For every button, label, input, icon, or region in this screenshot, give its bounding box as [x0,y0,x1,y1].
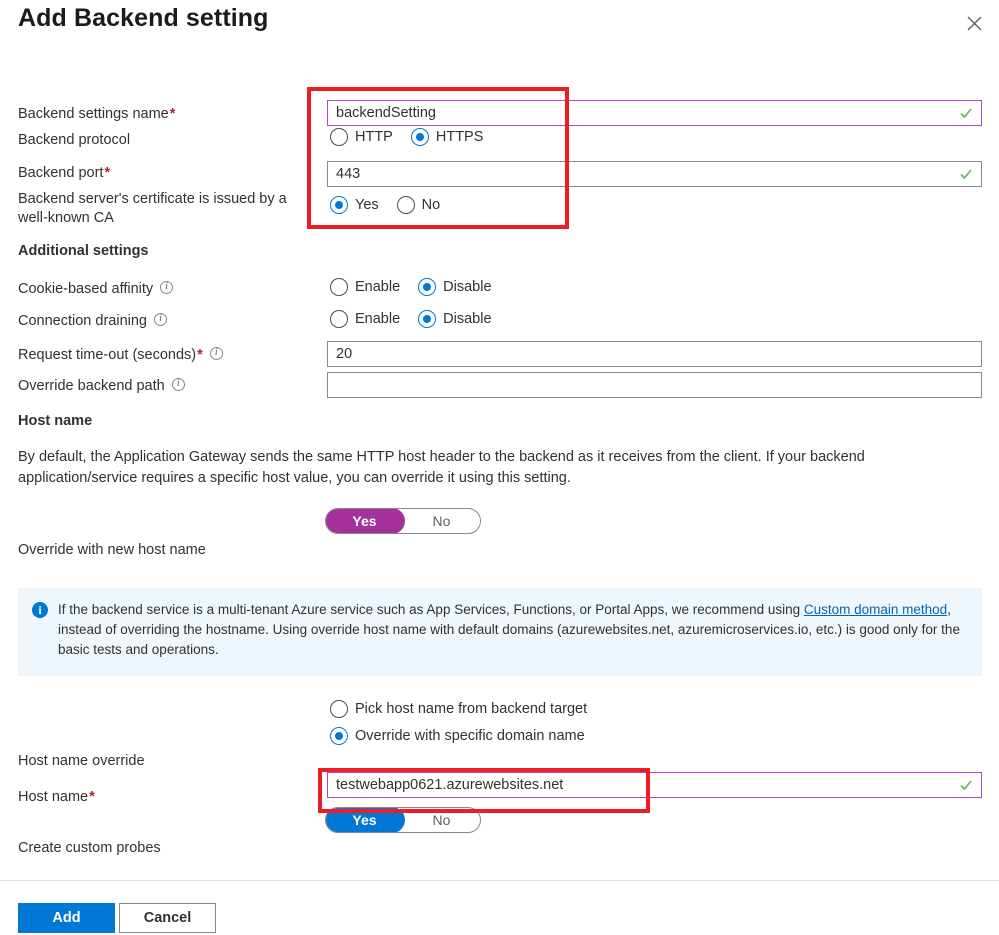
request-timeout-label-text: Request time-out (seconds) [18,347,197,363]
connection-draining-radiogroup[interactable]: Enable Disable [330,310,492,328]
backend-protocol-label: Backend protocol [18,132,131,148]
host-name-description: By default, the Application Gateway send… [18,449,865,486]
backend-port-value: 443 [336,166,361,182]
host-name-value: testwebapp0621.azurewebsites.net [336,777,564,793]
backend-port-label-text: Backend port [18,165,104,181]
backend-settings-name-input[interactable]: backendSetting [327,100,982,126]
well-known-ca-option-no-label: No [421,197,441,213]
info-icon[interactable] [209,346,223,360]
info-icon[interactable] [160,280,174,294]
override-with-new-host-name-label: Override with new host name [18,542,206,558]
request-timeout-value: 20 [336,346,353,362]
connection-draining-option-disable[interactable]: Disable [418,310,492,328]
host-name-field-label: Host name* [18,788,95,807]
request-timeout-label: Request time-out (seconds)* [18,346,223,365]
override-with-new-host-name-toggle[interactable]: Yes No [325,508,481,534]
info-circle-icon [32,602,48,618]
valid-check-icon [960,169,972,180]
cancel-button[interactable]: Cancel [119,903,216,933]
backend-protocol-option-https-label: HTTPS [435,129,484,145]
connection-draining-label-text: Connection draining [18,313,147,329]
host-name-override-option-pick-label: Pick host name from backend target [355,701,588,717]
host-name-heading: Host name [18,413,93,429]
host-name-override-label: Host name override [18,753,145,769]
add-backend-setting-dialog: Add Backend setting Backend settings nam… [0,0,999,935]
backend-settings-name-value: backendSetting [336,105,436,121]
request-timeout-input[interactable]: 20 [327,341,982,367]
custom-domain-info-banner: If the backend service is a multi-tenant… [18,588,982,676]
info-icon[interactable] [153,312,167,326]
additional-settings-heading: Additional settings [18,243,149,259]
well-known-ca-option-yes[interactable]: Yes [330,196,379,214]
cookie-affinity-option-enable[interactable]: Enable [330,278,400,296]
banner-text-before-link: If the backend service is a multi-tenant… [58,602,804,617]
backend-port-label: Backend port* [18,164,110,183]
valid-check-icon [960,108,972,119]
close-icon[interactable] [959,8,989,38]
footer-divider [0,880,999,881]
well-known-ca-radiogroup[interactable]: Yes No [330,196,440,214]
host-name-override-radiogroup[interactable]: Pick host name from backend target Overr… [330,700,587,754]
host-name-override-option-specific[interactable]: Override with specific domain name [330,727,587,745]
required-asterisk: * [89,789,95,805]
toggle-option-no[interactable]: No [403,808,480,832]
override-backend-path-label-text: Override backend path [18,378,165,394]
backend-settings-name-label: Backend settings name* [18,105,175,124]
cookie-affinity-option-disable-label: Disable [443,279,492,295]
connection-draining-option-disable-label: Disable [443,311,492,327]
well-known-ca-option-yes-label: Yes [355,197,379,213]
radio-dot-icon [330,700,348,718]
radio-dot-selected-icon [418,278,437,296]
backend-protocol-option-http-label: HTTP [355,129,393,145]
create-custom-probes-label: Create custom probes [18,840,161,856]
radio-dot-selected-icon [330,196,348,214]
host-name-override-option-pick[interactable]: Pick host name from backend target [330,700,587,718]
backend-port-input[interactable]: 443 [327,161,982,187]
override-backend-path-label: Override backend path [18,377,185,396]
radio-dot-selected-icon [330,727,348,745]
host-name-field-label-text: Host name [18,789,89,805]
connection-draining-label: Connection draining [18,312,167,331]
well-known-ca-option-no[interactable]: No [396,196,441,214]
cookie-affinity-option-enable-label: Enable [355,279,401,295]
host-name-override-option-specific-label: Override with specific domain name [355,728,585,744]
toggle-option-yes[interactable]: Yes [326,509,403,533]
radio-dot-selected-icon [418,310,437,328]
radio-dot-icon [330,310,348,328]
page-title: Add Backend setting [18,4,269,32]
required-asterisk: * [197,347,203,363]
connection-draining-option-enable-label: Enable [355,311,401,327]
radio-dot-selected-icon [410,128,429,146]
radio-dot-icon [330,128,348,146]
backend-settings-name-label-text: Backend settings name [18,106,169,122]
toggle-option-yes[interactable]: Yes [326,808,403,832]
radio-dot-icon [330,278,348,296]
required-asterisk: * [169,106,176,122]
cookie-affinity-radiogroup[interactable]: Enable Disable [330,278,492,296]
well-known-ca-label: Backend server's certificate is issued b… [18,191,287,226]
info-icon[interactable] [171,377,185,391]
create-custom-probes-toggle[interactable]: Yes No [325,807,481,833]
cookie-affinity-label-text: Cookie-based affinity [18,281,154,297]
banner-text: If the backend service is a multi-tenant… [58,600,968,662]
connection-draining-option-enable[interactable]: Enable [330,310,400,328]
toggle-option-no[interactable]: No [403,509,480,533]
add-button[interactable]: Add [18,903,115,933]
valid-check-icon [960,780,972,791]
override-backend-path-input[interactable] [327,372,982,398]
radio-dot-icon [396,196,415,214]
backend-protocol-radiogroup[interactable]: HTTP HTTPS [330,128,483,146]
required-asterisk: * [104,165,111,181]
cookie-affinity-label: Cookie-based affinity [18,280,174,299]
host-name-input[interactable]: testwebapp0621.azurewebsites.net [327,772,982,798]
custom-domain-method-link[interactable]: Custom domain method [804,602,947,617]
backend-protocol-option-http[interactable]: HTTP [330,128,393,146]
backend-protocol-option-https[interactable]: HTTPS [410,128,484,146]
cookie-affinity-option-disable[interactable]: Disable [418,278,492,296]
